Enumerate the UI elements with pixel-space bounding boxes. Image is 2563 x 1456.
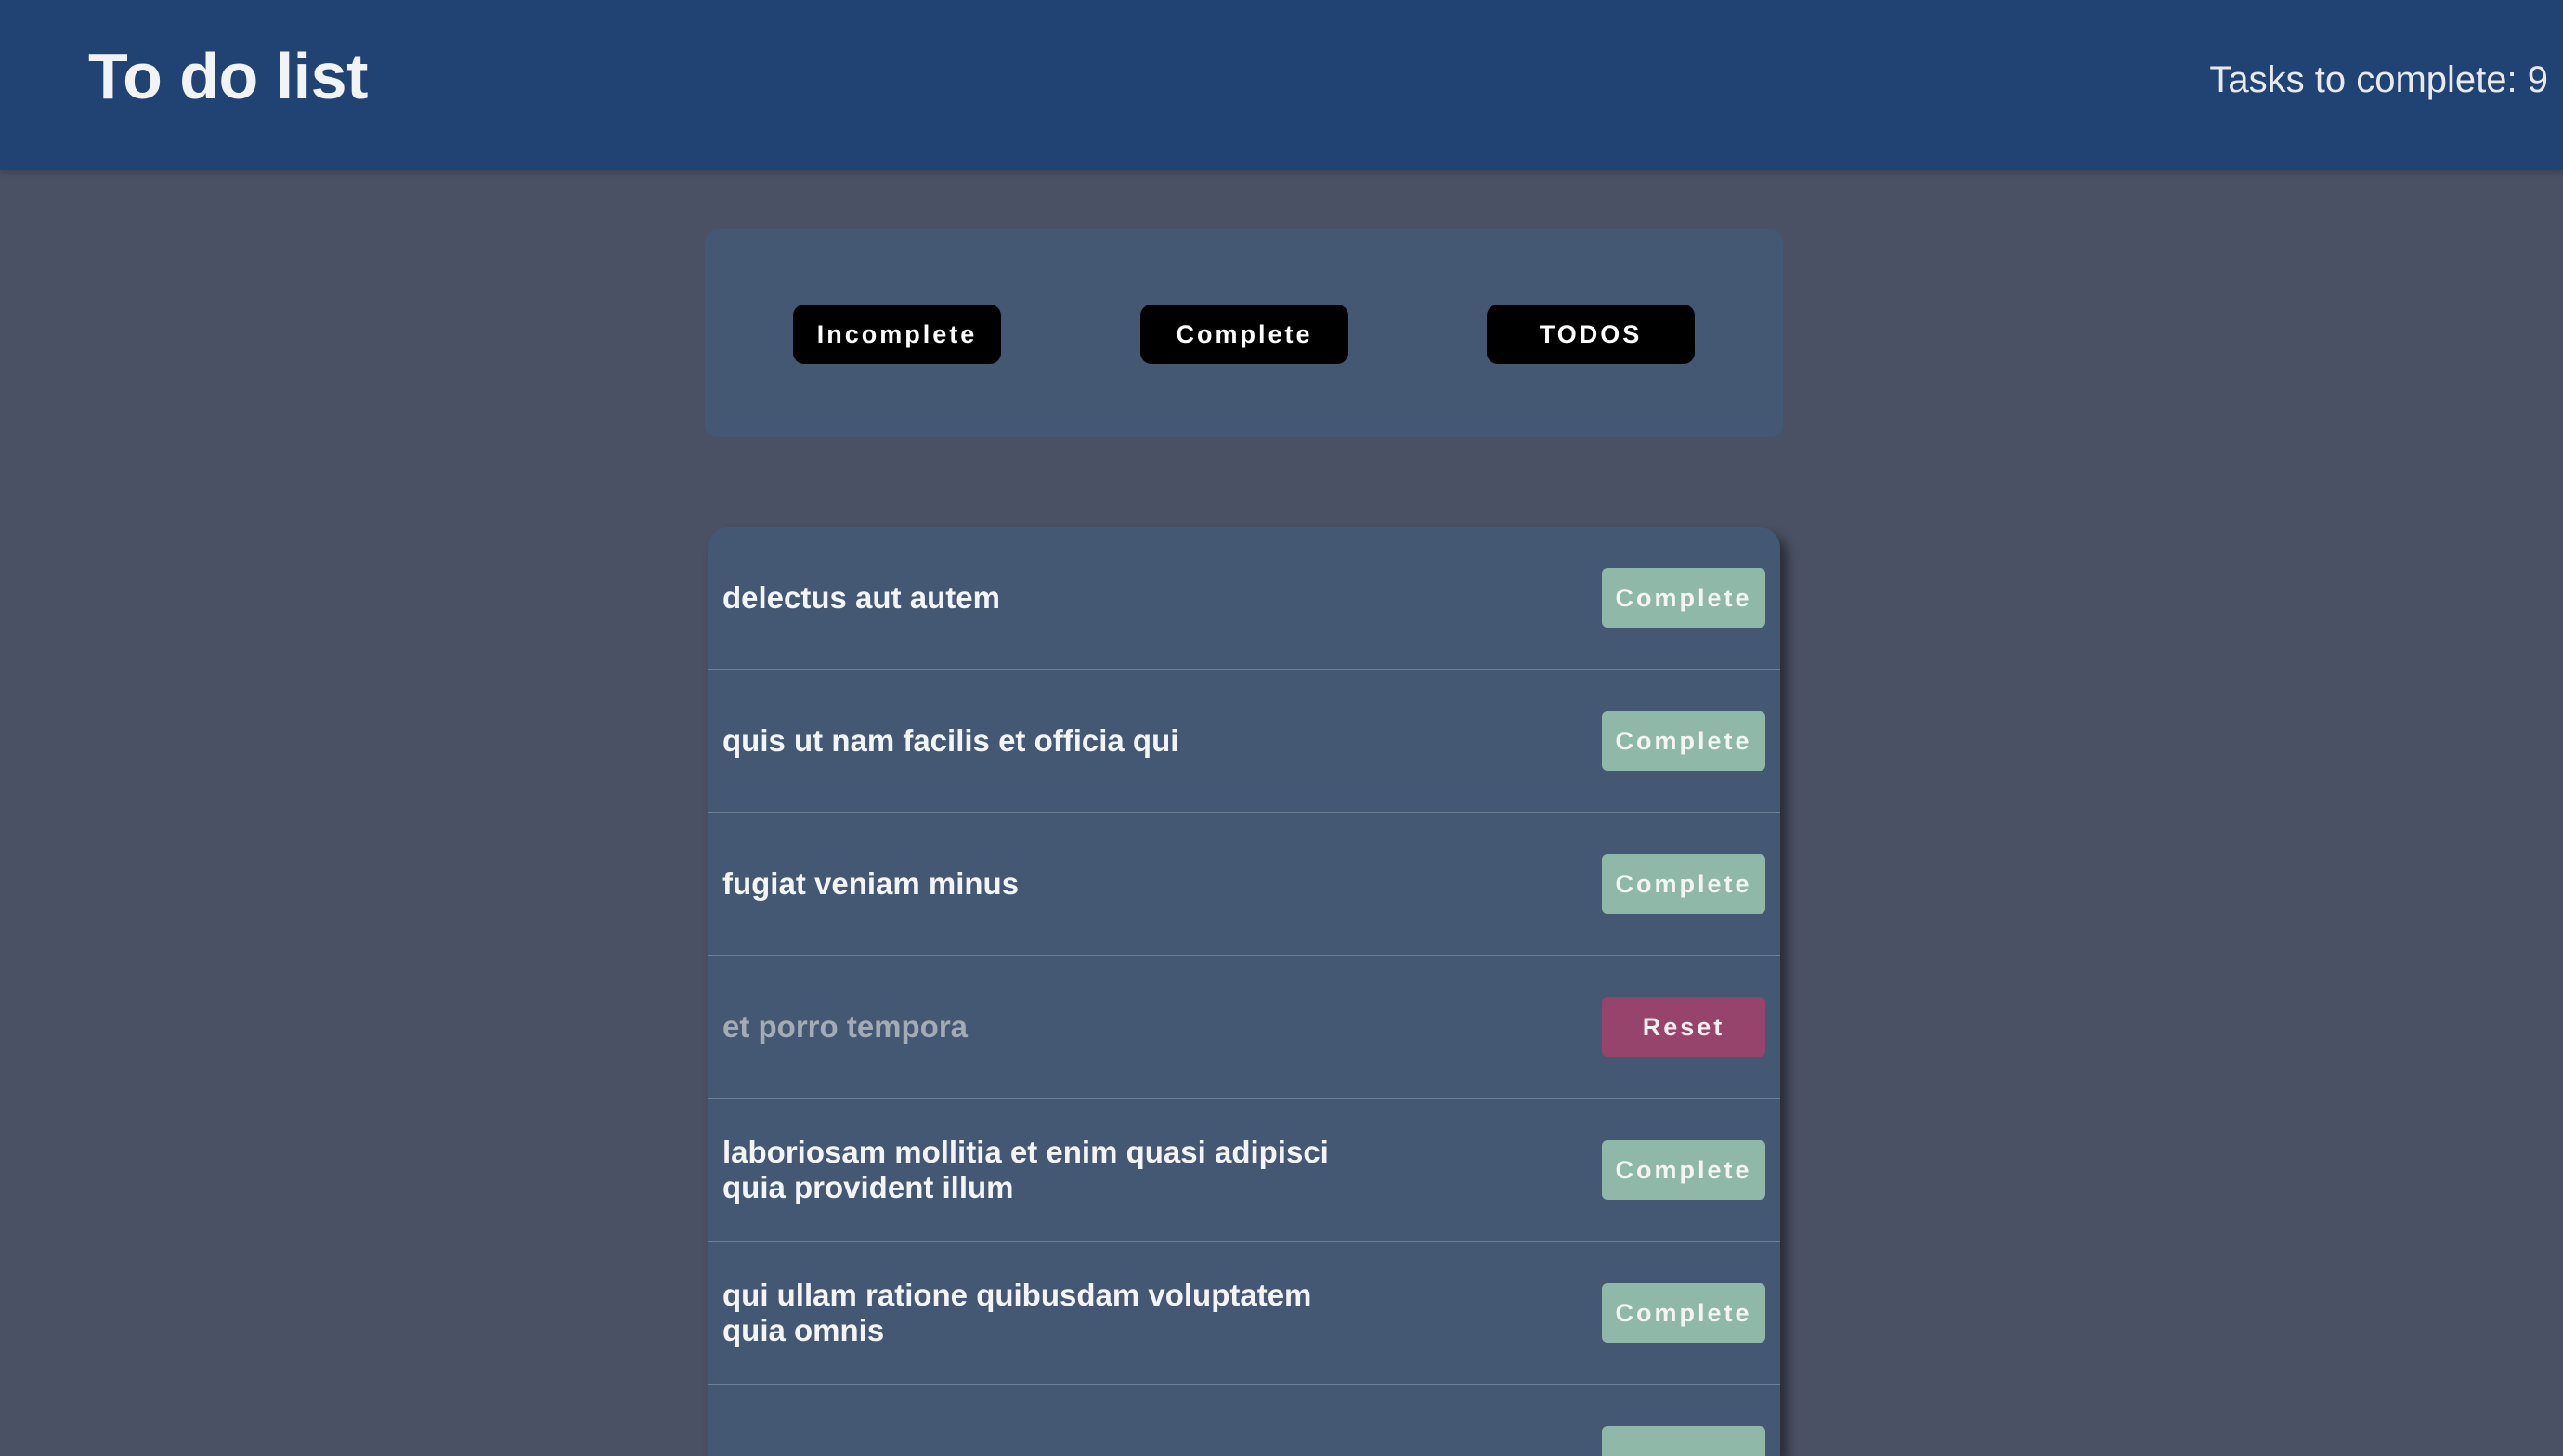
complete-task-button[interactable] bbox=[1602, 1426, 1765, 1456]
todo-item-text: fugiat veniam minus bbox=[722, 866, 1020, 901]
complete-task-button[interactable]: Complete bbox=[1602, 854, 1765, 914]
tasks-remaining-counter: Tasks to complete: 9 bbox=[2209, 59, 2548, 100]
todo-item: laboriosam mollitia et enim quasi adipis… bbox=[708, 1099, 1780, 1242]
filter-todos-button[interactable]: TODOS bbox=[1487, 305, 1695, 364]
reset-task-button[interactable]: Reset bbox=[1602, 997, 1765, 1057]
filter-complete-button[interactable]: Complete bbox=[1140, 305, 1348, 364]
todo-item-text: delectus aut autem bbox=[722, 580, 1000, 615]
todo-item-text: quis ut nam facilis et officia qui bbox=[722, 723, 1179, 758]
todo-item: qui ullam ratione quibusdam voluptatem q… bbox=[708, 1242, 1780, 1385]
todo-item-completed: et porro tempora Reset bbox=[708, 956, 1780, 1099]
todo-item-text: qui ullam ratione quibusdam voluptatem q… bbox=[722, 1278, 1312, 1347]
todo-item-text: laboriosam mollitia et enim quasi adipis… bbox=[722, 1135, 1329, 1204]
complete-task-button[interactable]: Complete bbox=[1602, 1283, 1765, 1343]
todo-item-text: et porro tempora bbox=[722, 1009, 969, 1044]
complete-task-button[interactable]: Complete bbox=[1602, 711, 1765, 771]
complete-task-button[interactable]: Complete bbox=[1602, 1140, 1765, 1200]
complete-task-button[interactable]: Complete bbox=[1602, 568, 1765, 628]
todo-list: delectus aut autem Complete quis ut nam … bbox=[708, 527, 1780, 1456]
filter-panel: Incomplete Complete TODOS bbox=[705, 229, 1783, 437]
filter-incomplete-button[interactable]: Incomplete bbox=[793, 305, 1001, 364]
todo-item bbox=[708, 1385, 1780, 1456]
todo-item: delectus aut autem Complete bbox=[708, 527, 1780, 670]
todo-item: quis ut nam facilis et officia qui Compl… bbox=[708, 670, 1780, 813]
todo-item: fugiat veniam minus Complete bbox=[708, 813, 1780, 956]
page-title: To do list bbox=[88, 40, 368, 112]
app-header: To do list Tasks to complete: 9 bbox=[0, 0, 2563, 170]
